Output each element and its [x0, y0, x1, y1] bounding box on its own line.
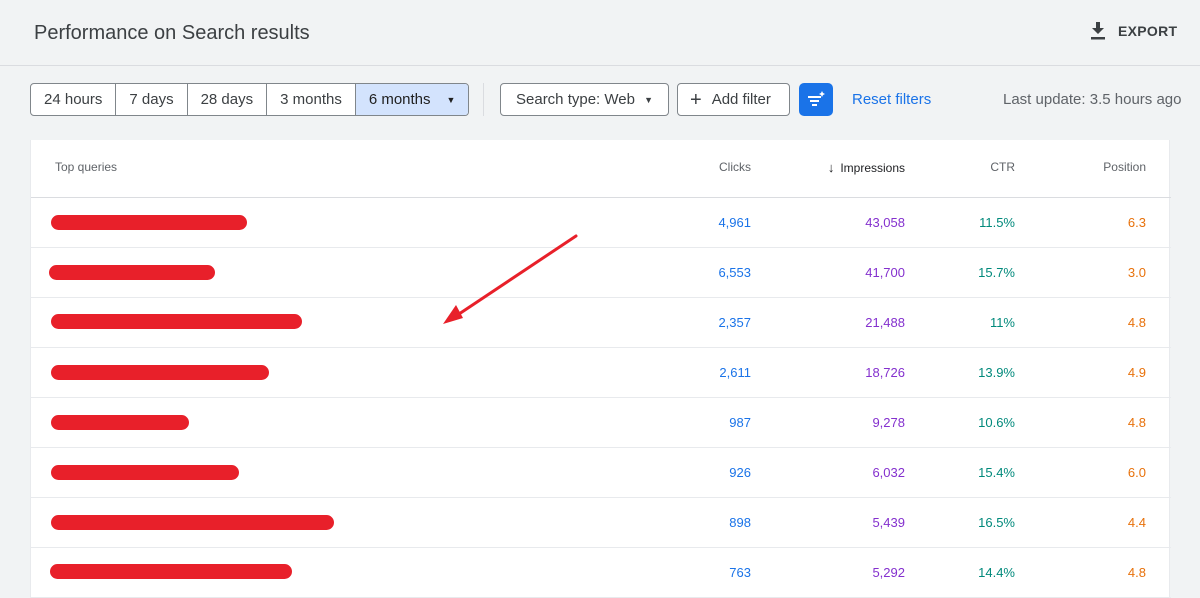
range-3-months[interactable]: 3 months — [267, 84, 356, 115]
range-6-months[interactable]: 6 months ▼ — [355, 84, 469, 115]
clicks-cell: 926 — [729, 465, 751, 480]
redacted-query — [51, 465, 239, 480]
page-title: Performance on Search results — [34, 22, 310, 44]
redacted-query — [51, 314, 302, 329]
table-row[interactable]: 763 5,292 14.4% 4.8 — [31, 548, 1171, 598]
column-header-clicks[interactable]: Clicks — [671, 160, 751, 174]
position-cell: 6.0 — [1127, 465, 1146, 480]
filter-bar: 24 hours 7 days 28 days 3 months 6 month… — [0, 66, 1200, 132]
sort-descending-icon: ↓ — [827, 160, 835, 175]
range-28-days[interactable]: 28 days — [188, 84, 268, 115]
position-cell: 4.8 — [1127, 415, 1146, 430]
clicks-cell: 2,611 — [719, 365, 751, 380]
filter-toggle-button[interactable] — [799, 83, 833, 116]
ctr-cell: 11.5% — [979, 215, 1015, 230]
ctr-cell: 15.7% — [978, 265, 1015, 280]
impressions-cell: 5,292 — [872, 565, 905, 580]
redacted-query — [51, 215, 247, 230]
table-row[interactable]: 6,553 41,700 15.7% 3.0 — [31, 248, 1171, 298]
impressions-cell: 21,488 — [865, 315, 905, 330]
filter-sparkle-icon — [808, 90, 825, 106]
ctr-cell: 15.4% — [978, 465, 1015, 480]
add-filter-button[interactable]: + Add filter — [677, 83, 790, 116]
search-type-label: Search type: Web — [516, 91, 635, 108]
position-cell: 4.8 — [1127, 315, 1146, 330]
position-cell: 6.3 — [1127, 215, 1146, 230]
column-header-ctr[interactable]: CTR — [935, 160, 1015, 174]
impressions-cell: 18,726 — [865, 365, 905, 380]
position-cell: 4.4 — [1127, 515, 1146, 530]
download-icon — [1091, 22, 1105, 40]
ctr-cell: 10.6% — [978, 415, 1015, 430]
redacted-query — [51, 365, 269, 380]
position-cell: 4.9 — [1127, 365, 1146, 380]
range-24-hours[interactable]: 24 hours — [31, 84, 117, 115]
table-row[interactable]: 2,611 18,726 13.9% 4.9 — [31, 348, 1171, 398]
column-header-impressions[interactable]: ↓ Impressions — [805, 160, 905, 175]
last-update-text: Last update: 3.5 hours ago — [1003, 91, 1182, 108]
impressions-cell: 6,032 — [872, 465, 905, 480]
clicks-cell: 763 — [729, 565, 751, 580]
redacted-query — [51, 415, 189, 430]
export-label: EXPORT — [1118, 23, 1178, 39]
queries-table: Top queries Clicks ↓ Impressions CTR Posi… — [30, 140, 1171, 598]
impressions-cell: 5,439 — [872, 515, 905, 530]
table-row[interactable]: 987 9,278 10.6% 4.8 — [31, 398, 1171, 448]
ctr-cell: 11% — [989, 315, 1015, 330]
redacted-query — [49, 265, 215, 280]
range-7-days[interactable]: 7 days — [116, 84, 188, 115]
impressions-cell: 41,700 — [865, 265, 905, 280]
ctr-cell: 13.9% — [978, 365, 1015, 380]
table-header: Top queries Clicks ↓ Impressions CTR Posi… — [31, 140, 1171, 198]
caret-down-icon: ▼ — [644, 94, 653, 105]
search-type-dropdown[interactable]: Search type: Web ▼ — [500, 83, 669, 116]
position-cell: 4.8 — [1127, 565, 1146, 580]
table-row[interactable]: 4,961 43,058 11.5% 6.3 — [31, 198, 1171, 248]
plus-icon: + — [690, 88, 702, 111]
ctr-cell: 14.4% — [978, 565, 1015, 580]
table-row[interactable]: 2,357 21,488 11% 4.8 — [31, 298, 1171, 348]
clicks-cell: 6,553 — [718, 265, 751, 280]
redacted-query — [50, 564, 292, 579]
ctr-cell: 16.5% — [978, 515, 1015, 530]
position-cell: 3.0 — [1127, 265, 1146, 280]
clicks-cell: 4,961 — [718, 215, 751, 230]
impressions-cell: 43,058 — [865, 215, 905, 230]
clicks-cell: 2,357 — [718, 315, 751, 330]
caret-down-icon: ▼ — [446, 94, 456, 105]
clicks-cell: 987 — [729, 415, 751, 430]
column-header-position[interactable]: Position — [1066, 160, 1146, 174]
reset-filters-link[interactable]: Reset filters — [852, 91, 931, 108]
redacted-query — [51, 515, 334, 530]
table-row[interactable]: 926 6,032 15.4% 6.0 — [31, 448, 1171, 498]
divider — [483, 83, 484, 116]
page-header: Performance on Search results EXPORT — [0, 0, 1200, 66]
export-button[interactable]: EXPORT — [1090, 22, 1177, 40]
table-row[interactable]: 898 5,439 16.5% 4.4 — [31, 498, 1171, 548]
clicks-cell: 898 — [729, 515, 751, 530]
add-filter-label: Add filter — [711, 91, 771, 108]
impressions-cell: 9,278 — [872, 415, 905, 430]
column-header-query[interactable]: Top queries — [55, 160, 117, 174]
date-range-selector: 24 hours 7 days 28 days 3 months 6 month… — [30, 83, 470, 116]
